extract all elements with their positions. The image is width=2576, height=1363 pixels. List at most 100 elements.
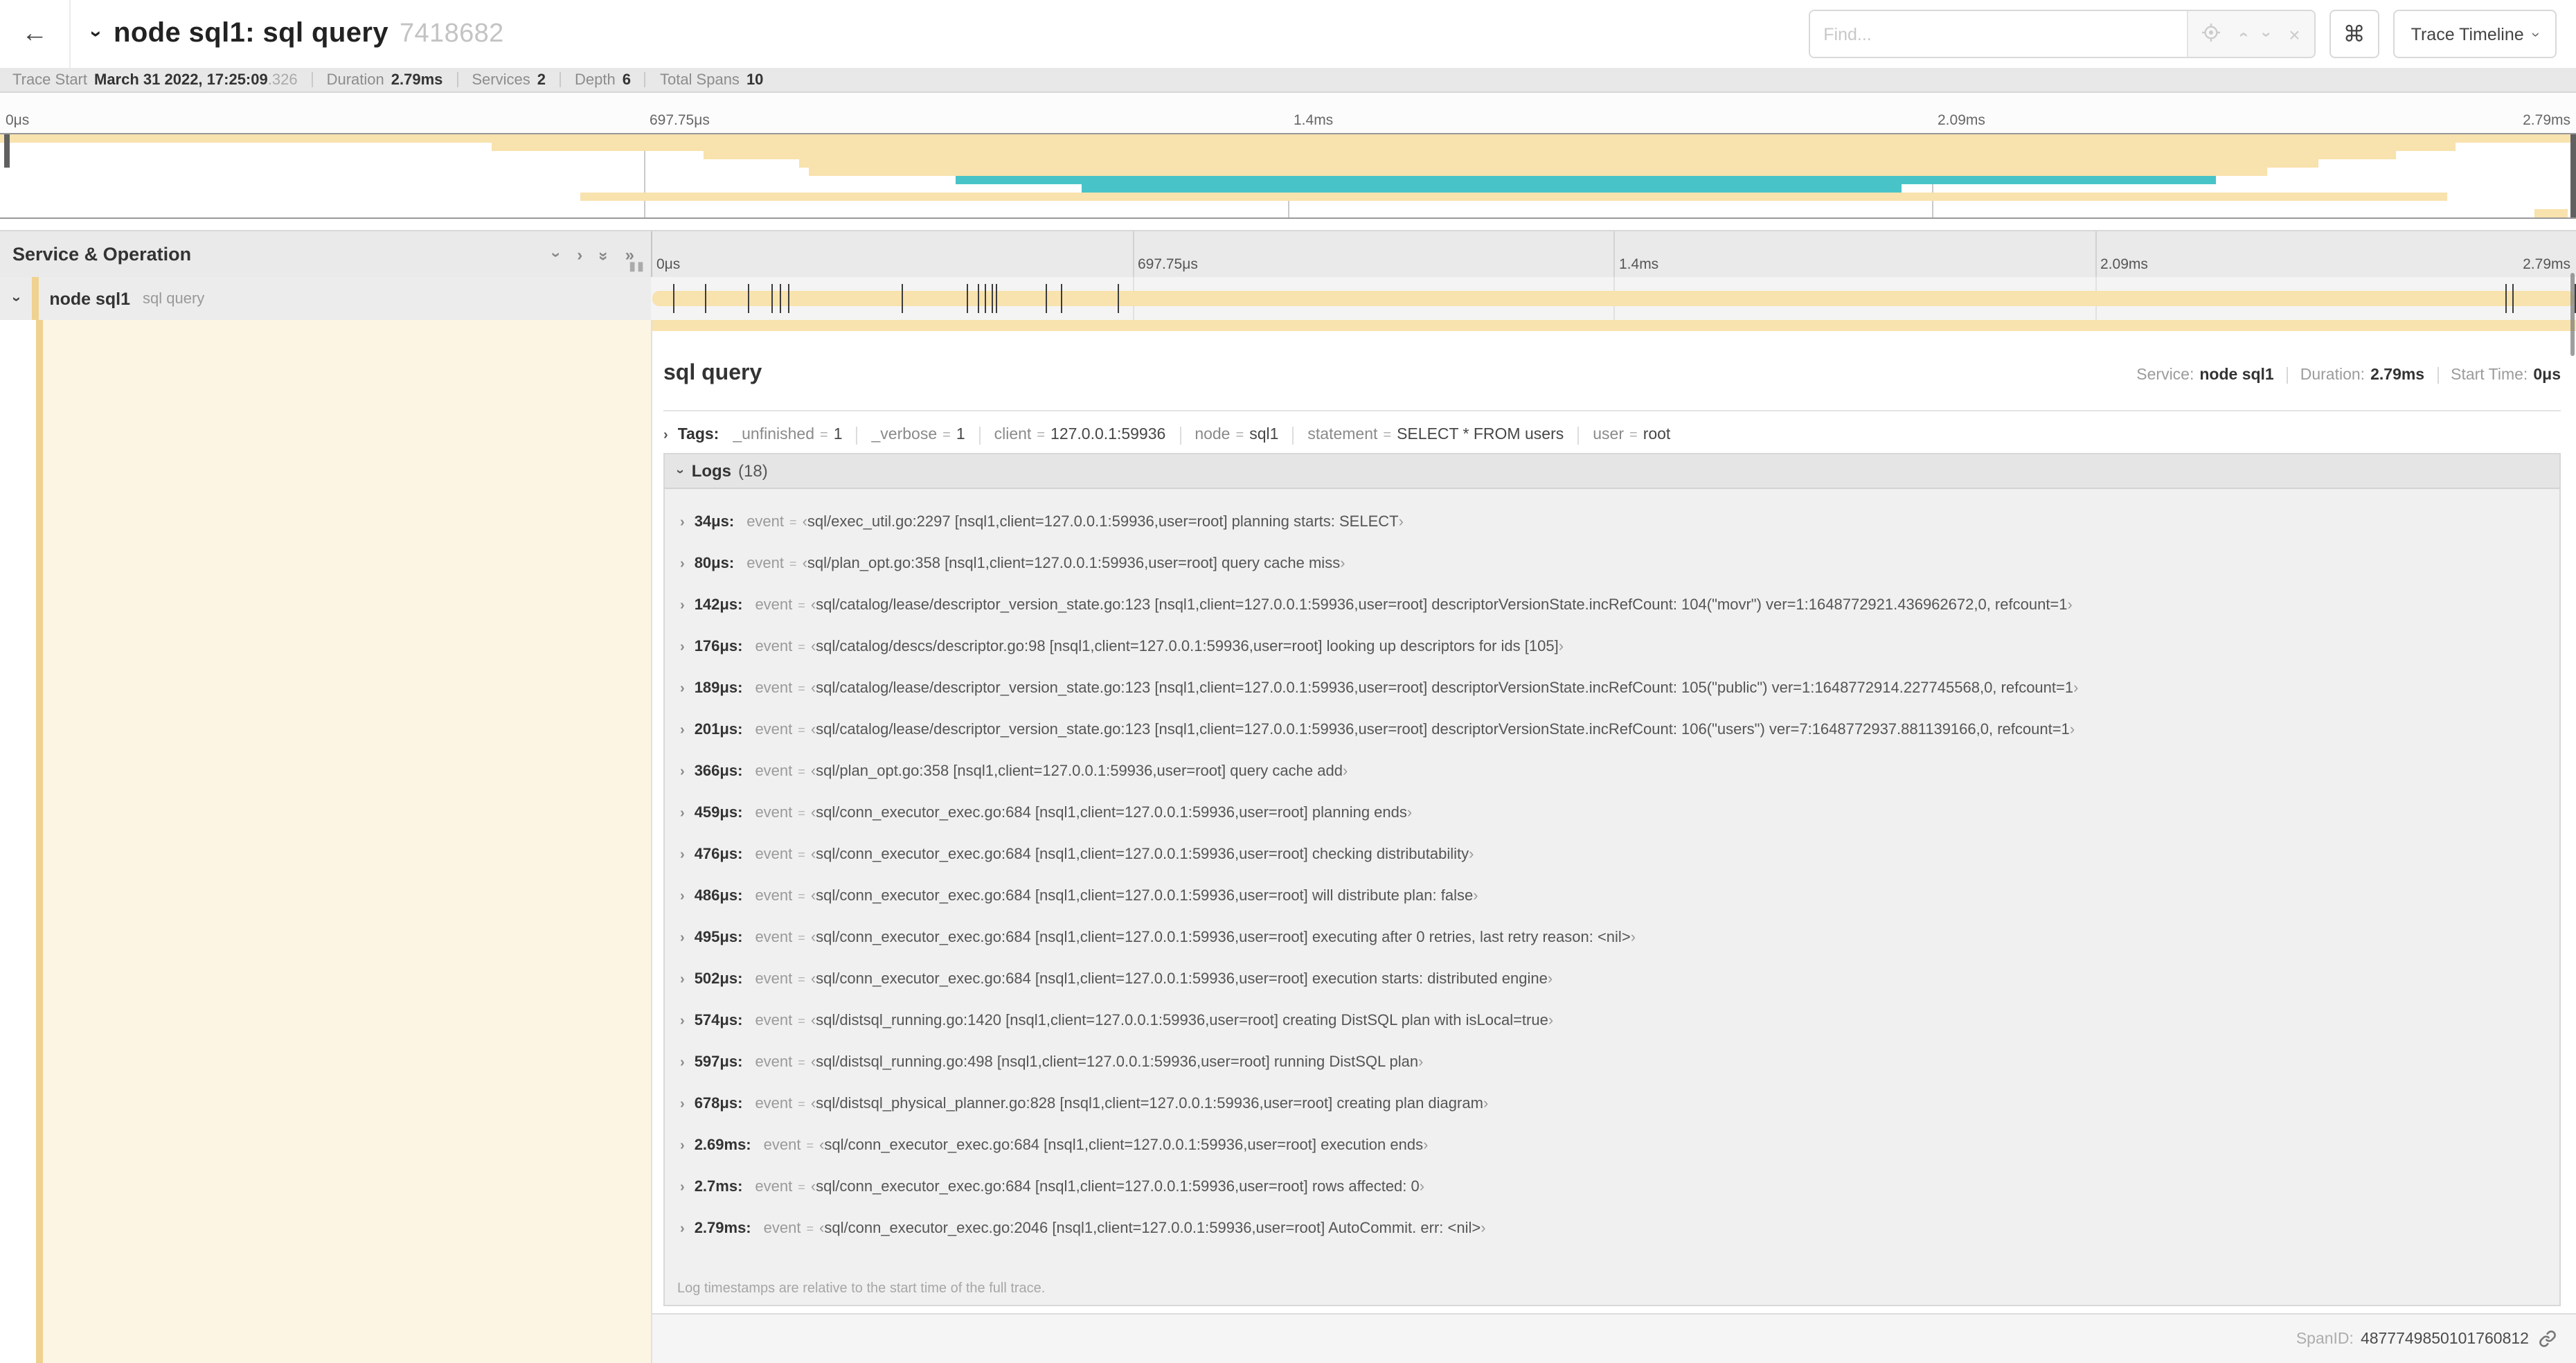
find-suffix: › › × — [2186, 11, 2314, 57]
log-expand-icon[interactable]: › — [680, 1055, 685, 1070]
log-expand-icon[interactable]: › — [680, 639, 685, 654]
log-row[interactable]: › 2.79ms: event = ‹sql/conn_executor_exec.go… — [680, 1208, 2559, 1249]
minimap-scrubber-right[interactable] — [2570, 134, 2576, 217]
log-expand-icon[interactable]: › — [680, 847, 685, 862]
span-id-label: SpanID: — [2296, 1330, 2354, 1347]
log-expand-icon[interactable]: › — [680, 930, 685, 945]
log-timestamp: 2.79ms: — [694, 1220, 751, 1237]
log-expand-icon[interactable]: › — [680, 1179, 685, 1195]
span-row-timeline-cell[interactable] — [651, 277, 2576, 320]
log-event-text: event = ‹sql/conn_executor_exec.go:2046 [n… — [763, 1220, 1486, 1237]
minimap-scrubber-left[interactable] — [4, 134, 10, 168]
log-expand-icon[interactable]: › — [680, 972, 685, 987]
log-row[interactable]: › 80μs: event = ‹sql/plan_opt.go:358 [nsql1,… — [680, 543, 2559, 585]
keyboard-shortcuts-button[interactable]: ⌘ — [2329, 10, 2379, 58]
log-expand-icon[interactable]: › — [680, 889, 685, 904]
log-expand-icon[interactable]: › — [680, 805, 685, 821]
log-marker-tick[interactable] — [1117, 284, 1119, 313]
logs-collapse-icon[interactable]: › — [672, 469, 687, 474]
logs-list: › 34μs: event = ‹sql/exec_util.go:2297 [nsql… — [665, 489, 2559, 1249]
log-marker-tick[interactable] — [991, 284, 993, 313]
tags-row[interactable]: › Tags: _unfinished = 1 _verbose = 1 client = 12… — [663, 418, 2561, 452]
log-timestamp: 495μs: — [694, 929, 743, 946]
log-marker-tick[interactable] — [672, 284, 674, 313]
divider — [1292, 426, 1294, 444]
log-event-text: event = ‹sql/conn_executor_exec.go:684 [ns… — [755, 929, 1636, 946]
log-row[interactable]: › 142μs: event = ‹sql/catalog/lease/descript… — [680, 585, 2559, 626]
logs-header[interactable]: › Logs (18) — [665, 454, 2559, 489]
find-input[interactable] — [1809, 11, 2187, 57]
log-timestamp: 34μs: — [694, 514, 735, 531]
log-row[interactable]: › 574μs: event = ‹sql/distsql_running.go:142… — [680, 1000, 2559, 1042]
find-next-icon[interactable]: › — [2257, 31, 2276, 37]
tag-item: statement = SELECT * FROM users — [1307, 427, 1564, 443]
log-marker-tick[interactable] — [978, 284, 980, 313]
log-row[interactable]: › 678μs: event = ‹sql/distsql_physical_plann… — [680, 1083, 2559, 1125]
log-expand-icon[interactable]: › — [680, 1096, 685, 1112]
trace-view-dropdown[interactable]: Trace Timeline › — [2392, 10, 2557, 58]
log-marker-tick[interactable] — [1061, 284, 1063, 313]
log-marker-tick[interactable] — [747, 284, 749, 313]
log-row[interactable]: › 201μs: event = ‹sql/catalog/lease/descript… — [680, 709, 2559, 751]
log-marker-tick[interactable] — [985, 284, 987, 313]
log-marker-tick[interactable] — [704, 284, 706, 313]
log-timestamp: 597μs: — [694, 1054, 743, 1071]
focus-target-icon[interactable] — [2201, 24, 2220, 44]
log-row[interactable]: › 486μs: event = ‹sql/conn_executor_exec.go:… — [680, 875, 2559, 917]
deep-link-icon[interactable] — [2539, 1330, 2557, 1348]
log-marker-tick[interactable] — [780, 284, 782, 313]
command-icon: ⌘ — [2343, 23, 2365, 46]
log-event-text: event = ‹sql/conn_executor_exec.go:684 [ns… — [755, 1179, 1425, 1195]
collapse-trace-icon[interactable]: › — [84, 30, 108, 37]
minimap-span-bar — [809, 168, 2267, 176]
minimap-span-bar — [580, 193, 2447, 201]
span-detail-title: sql query — [663, 362, 762, 385]
log-expand-icon[interactable]: › — [680, 681, 685, 696]
tags-expand-icon[interactable]: › — [663, 427, 668, 443]
log-row[interactable]: › 366μs: event = ‹sql/plan_opt.go:358 [nsql1… — [680, 751, 2559, 792]
log-row[interactable]: › 176μs: event = ‹sql/catalog/descs/descript… — [680, 626, 2559, 668]
log-expand-icon[interactable]: › — [680, 1138, 685, 1153]
span-duration-bar[interactable] — [652, 291, 2575, 306]
vertical-scrollbar-thumb[interactable] — [2570, 273, 2575, 356]
trace-services: Services 2 — [472, 71, 546, 88]
log-marker-tick[interactable] — [1045, 284, 1047, 313]
log-marker-tick[interactable] — [996, 284, 998, 313]
trace-depth: Depth 6 — [575, 71, 631, 88]
log-marker-tick[interactable] — [2512, 284, 2514, 313]
collapse-all-icon[interactable]: » — [594, 251, 614, 257]
log-row[interactable]: › 189μs: event = ‹sql/catalog/lease/descript… — [680, 668, 2559, 709]
find-clear-icon[interactable]: × — [2289, 24, 2300, 44]
log-event-text: event = ‹sql/distsql_physical_planner.go:8… — [755, 1096, 1489, 1112]
timeline-axis: 0μs 697.75μs 1.4ms 2.09ms 2.79ms — [651, 231, 2576, 277]
log-marker-tick[interactable] — [788, 284, 790, 313]
log-row[interactable]: › 495μs: event = ‹sql/conn_executor_exec.go:… — [680, 917, 2559, 959]
log-expand-icon[interactable]: › — [680, 515, 685, 530]
back-button[interactable]: ← — [0, 0, 71, 68]
log-marker-tick[interactable] — [966, 284, 968, 313]
column-resizer-handle[interactable]: ▮▮ — [629, 259, 645, 274]
log-expand-icon[interactable]: › — [680, 556, 685, 571]
log-row[interactable]: › 2.7ms: event = ‹sql/conn_executor_exec.go:… — [680, 1166, 2559, 1208]
log-expand-icon[interactable]: › — [680, 598, 685, 613]
log-marker-tick[interactable] — [2505, 284, 2507, 313]
span-row-name-cell[interactable]: › node sql1 sql query — [0, 277, 651, 320]
find-prev-icon[interactable]: › — [2232, 31, 2251, 37]
collapse-one-icon[interactable]: › — [546, 251, 566, 257]
log-row[interactable]: › 459μs: event = ‹sql/conn_executor_exec.go:… — [680, 792, 2559, 834]
span-collapse-icon[interactable]: › — [8, 296, 25, 301]
log-expand-icon[interactable]: › — [680, 722, 685, 738]
log-row[interactable]: › 597μs: event = ‹sql/distsql_running.go:498… — [680, 1042, 2559, 1083]
expand-one-icon[interactable]: › — [577, 246, 582, 262]
log-row[interactable]: › 2.69ms: event = ‹sql/conn_executor_exec.go… — [680, 1125, 2559, 1166]
log-expand-icon[interactable]: › — [680, 764, 685, 779]
log-marker-tick[interactable] — [902, 284, 904, 313]
logs-title: Logs — [691, 461, 732, 481]
log-marker-tick[interactable] — [771, 284, 773, 313]
log-expand-icon[interactable]: › — [680, 1013, 685, 1028]
log-expand-icon[interactable]: › — [680, 1221, 685, 1236]
minimap-canvas[interactable] — [0, 133, 2576, 219]
log-row[interactable]: › 476μs: event = ‹sql/conn_executor_exec.go:… — [680, 834, 2559, 875]
log-row[interactable]: › 502μs: event = ‹sql/conn_executor_exec.go:… — [680, 959, 2559, 1000]
log-row[interactable]: › 34μs: event = ‹sql/exec_util.go:2297 [nsql… — [680, 501, 2559, 543]
